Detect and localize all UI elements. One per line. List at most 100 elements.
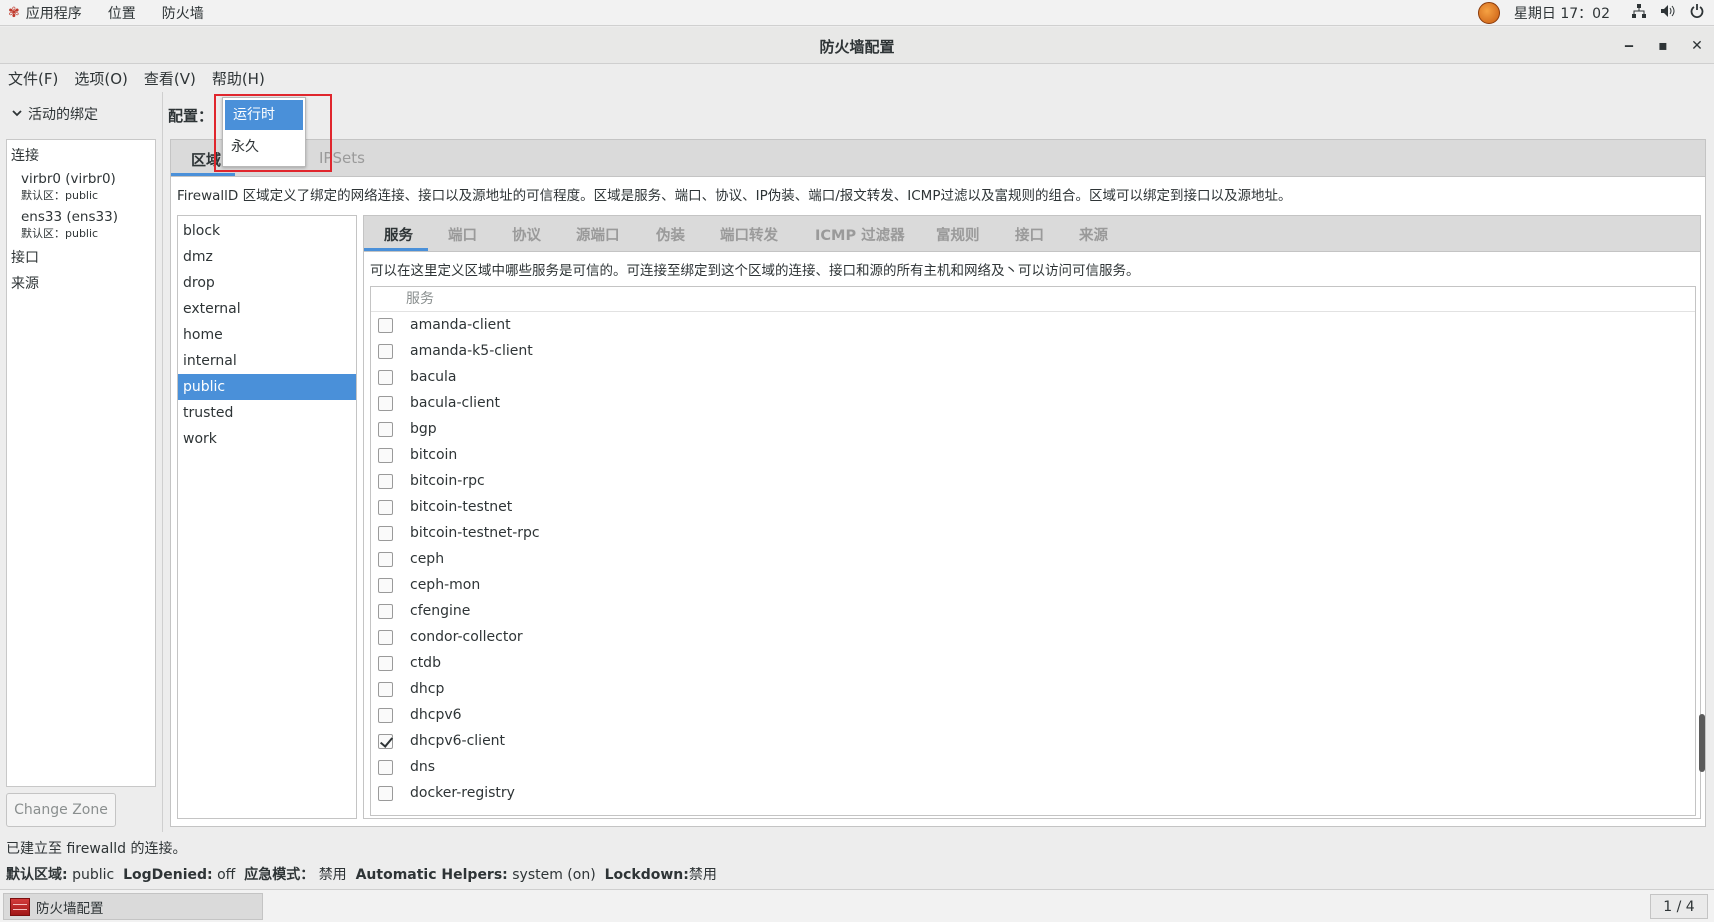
service-row[interactable]: dns: [371, 754, 1695, 780]
tab-interfaces[interactable]: 接口: [1015, 224, 1044, 245]
services-column-header[interactable]: 服务: [371, 287, 1695, 312]
scrollbar-thumb[interactable]: [1699, 714, 1705, 772]
service-checkbox[interactable]: [378, 785, 393, 801]
highlight-box: [214, 94, 332, 172]
service-checkbox[interactable]: [378, 421, 393, 437]
tab-icmp-filter[interactable]: ICMP 过滤器: [815, 224, 905, 245]
service-checkbox[interactable]: [378, 655, 393, 671]
menu-file[interactable]: 文件(F): [8, 68, 58, 89]
service-checkbox[interactable]: [378, 681, 393, 697]
tab-ports[interactable]: 端口: [448, 224, 477, 245]
taskbar-window-item[interactable]: 防火墙配置: [3, 893, 263, 920]
service-checkbox[interactable]: [378, 603, 393, 619]
connections-heading[interactable]: 连接: [11, 145, 151, 165]
menu-applications[interactable]: 应用程序: [26, 3, 82, 23]
network-icon[interactable]: [1632, 4, 1646, 22]
service-checkbox[interactable]: [378, 707, 393, 723]
service-row[interactable]: bitcoin-testnet-rpc: [371, 520, 1695, 546]
service-name: bitcoin-rpc: [410, 473, 485, 489]
service-name: dhcpv6: [410, 707, 462, 723]
service-checkbox[interactable]: [378, 577, 393, 593]
service-row[interactable]: cfengine: [371, 598, 1695, 624]
zone-item[interactable]: external: [178, 296, 356, 322]
zone-item[interactable]: block: [178, 218, 356, 244]
service-checkbox[interactable]: [378, 733, 393, 749]
tab-sources[interactable]: 来源: [1079, 224, 1108, 245]
helpers-value: system (on): [512, 867, 596, 883]
zone-item[interactable]: trusted: [178, 400, 356, 426]
service-row[interactable]: ceph: [371, 546, 1695, 572]
service-checkbox[interactable]: [378, 395, 393, 411]
sources-heading[interactable]: 来源: [11, 273, 151, 293]
active-tab-indicator: [171, 173, 235, 176]
window-title: 防火墙配置: [819, 38, 895, 56]
tab-rich-rules[interactable]: 富规则: [936, 224, 980, 245]
service-row[interactable]: bacula-client: [371, 390, 1695, 416]
zone-item[interactable]: work: [178, 426, 356, 452]
user-avatar-icon[interactable]: [1477, 2, 1500, 24]
connection-item[interactable]: ens33 (ens33) 默认区：public: [21, 209, 151, 241]
service-checkbox[interactable]: [378, 499, 393, 515]
tab-protocols[interactable]: 协议: [512, 224, 541, 245]
service-row[interactable]: bgp: [371, 416, 1695, 442]
service-name: bacula-client: [410, 395, 501, 411]
tab-source-ports[interactable]: 源端口: [576, 224, 620, 245]
service-row[interactable]: bitcoin-rpc: [371, 468, 1695, 494]
tab-services[interactable]: 服务: [384, 224, 413, 245]
apps-icon[interactable]: ✾: [8, 5, 20, 21]
service-row[interactable]: amanda-k5-client: [371, 338, 1695, 364]
zone-item[interactable]: drop: [178, 270, 356, 296]
service-row[interactable]: dhcp: [371, 676, 1695, 702]
service-checkbox[interactable]: [378, 525, 393, 541]
service-row[interactable]: dhcpv6-client: [371, 728, 1695, 754]
service-row[interactable]: bacula: [371, 364, 1695, 390]
menu-places[interactable]: 位置: [108, 3, 136, 23]
zone-item-selected[interactable]: public: [178, 374, 356, 400]
service-checkbox[interactable]: [378, 317, 393, 333]
interfaces-heading[interactable]: 接口: [11, 247, 151, 267]
service-name: docker-registry: [410, 785, 515, 801]
service-row[interactable]: bitcoin: [371, 442, 1695, 468]
service-row[interactable]: dhcpv6: [371, 702, 1695, 728]
service-checkbox[interactable]: [378, 447, 393, 463]
service-row[interactable]: ctdb: [371, 650, 1695, 676]
services-description: 可以在这里定义区域中哪些服务是可信的。可连接至绑定到这个区域的连接、接口和源的所…: [370, 263, 1140, 279]
tab-masquerade[interactable]: 伪装: [656, 224, 685, 245]
menu-view[interactable]: 查看(V): [144, 68, 196, 89]
maximize-button[interactable]: ▪: [1646, 38, 1680, 54]
service-checkbox[interactable]: [378, 759, 393, 775]
close-button[interactable]: ✕: [1680, 38, 1714, 54]
zone-item[interactable]: home: [178, 322, 356, 348]
service-checkbox[interactable]: [378, 343, 393, 359]
workspace-pager[interactable]: 1 / 4: [1650, 894, 1708, 919]
logdenied-value: off: [217, 867, 236, 883]
default-zone-label: 默认区域:: [6, 867, 68, 883]
change-zone-button[interactable]: Change Zone: [6, 793, 116, 827]
service-row[interactable]: condor-collector: [371, 624, 1695, 650]
service-checkbox[interactable]: [378, 369, 393, 385]
zone-item[interactable]: dmz: [178, 244, 356, 270]
service-checkbox[interactable]: [378, 473, 393, 489]
service-row[interactable]: amanda-client: [371, 312, 1695, 338]
pane-divider[interactable]: [162, 92, 163, 832]
active-bindings-toggle[interactable]: 活动的绑定: [12, 104, 98, 124]
connection-item[interactable]: virbr0 (virbr0) 默认区：public: [21, 171, 151, 203]
clock[interactable]: 星期日 17：02: [1514, 3, 1610, 23]
service-checkbox[interactable]: [378, 551, 393, 567]
menu-options[interactable]: 选项(O): [74, 68, 128, 89]
service-checkbox[interactable]: [378, 629, 393, 645]
service-row[interactable]: docker-registry: [371, 780, 1695, 806]
minimize-button[interactable]: ‒: [1612, 38, 1646, 54]
zone-settings-tabbar: 服务 端口 协议 源端口 伪装 端口转发 ICMP 过滤器 富规则 接口 来源: [364, 216, 1700, 252]
service-row[interactable]: ceph-mon: [371, 572, 1695, 598]
menubar: 文件(F) 选项(O) 查看(V) 帮助(H): [0, 65, 1714, 92]
power-icon[interactable]: [1690, 4, 1704, 22]
zone-item[interactable]: internal: [178, 348, 356, 374]
volume-icon[interactable]: [1660, 4, 1676, 22]
connection-zone: 默认区：public: [21, 189, 99, 202]
menu-firewall[interactable]: 防火墙: [162, 3, 204, 23]
tab-port-forwarding[interactable]: 端口转发: [720, 224, 778, 245]
menu-help[interactable]: 帮助(H): [212, 68, 265, 89]
service-row[interactable]: bitcoin-testnet: [371, 494, 1695, 520]
service-name: ceph: [410, 551, 445, 567]
